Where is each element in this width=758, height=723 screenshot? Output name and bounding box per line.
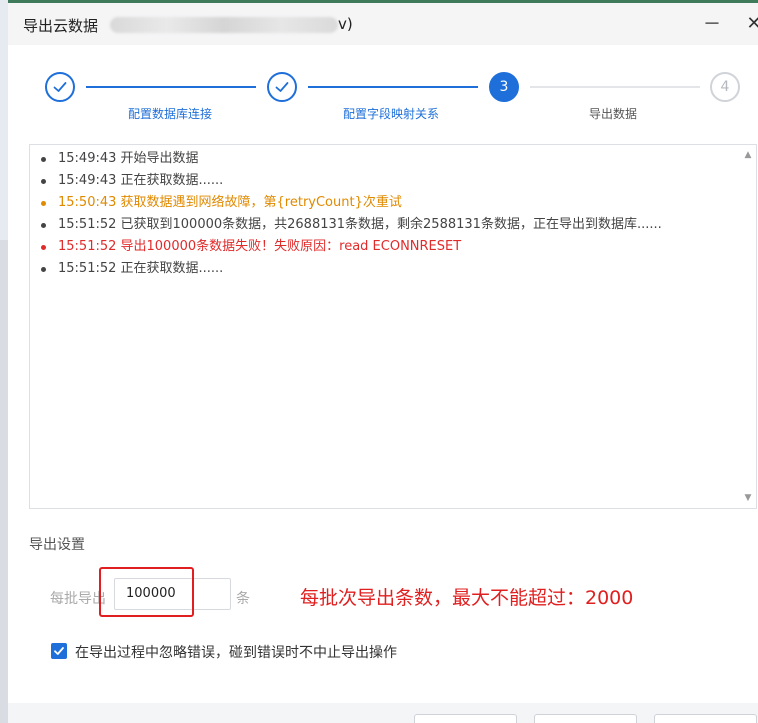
log-entry: 15:49:43 正在获取数据...... bbox=[38, 170, 662, 192]
minimize-icon: － bbox=[703, 14, 721, 35]
step-connector-2 bbox=[308, 86, 478, 88]
background-window-left bbox=[0, 0, 8, 723]
dialog-footer bbox=[8, 703, 758, 723]
log-entry: 15:49:43 开始导出数据 bbox=[38, 148, 662, 170]
wizard-steps: 配置数据库连接 配置字段映射关系 3 导出数据 4 bbox=[8, 45, 758, 135]
step-4-number: 4 bbox=[720, 79, 730, 95]
step-2-circle bbox=[267, 72, 297, 102]
scroll-up-arrow-icon[interactable]: ▲ bbox=[742, 149, 754, 161]
step-1-label: 配置数据库连接 bbox=[128, 107, 213, 121]
step-3-label: 导出数据 bbox=[589, 107, 638, 121]
batch-size-label: 每批导出 bbox=[50, 591, 106, 607]
footer-button-3[interactable] bbox=[654, 714, 757, 723]
close-button[interactable]: ✕ bbox=[740, 9, 758, 37]
export-log[interactable]: 15:49:43 开始导出数据 15:49:43 正在获取数据...... 15… bbox=[29, 144, 757, 509]
step-connector-1 bbox=[86, 86, 256, 88]
dialog-title: 导出云数据 bbox=[23, 17, 99, 35]
log-entry: 15:51:52 正在获取数据...... bbox=[38, 258, 662, 280]
screen: 导出云数据 v) － ✕ 配置数据库连接 配置字段映射关系 3 导出数据 4 1… bbox=[0, 0, 758, 723]
redacted-title-text bbox=[110, 17, 338, 33]
batch-size-annotation: 每批次导出条数，最大不能超过：2000 bbox=[300, 587, 634, 609]
log-entry: 15:51:52 已获取到100000条数据，共2688131条数据，剩余258… bbox=[38, 214, 662, 236]
log-entry-warning: 15:50:43 获取数据遇到网络故障，第{retryCount}次重试 bbox=[38, 192, 662, 214]
background-panel bbox=[0, 240, 8, 723]
checkmark-icon bbox=[54, 647, 64, 655]
highlight-annotation-box bbox=[99, 567, 194, 617]
close-icon: ✕ bbox=[746, 12, 758, 34]
step-connector-3 bbox=[530, 86, 700, 88]
check-icon bbox=[53, 82, 67, 92]
step-2-label: 配置字段映射关系 bbox=[343, 107, 440, 121]
minimize-button[interactable]: － bbox=[698, 9, 726, 37]
ignore-errors-label[interactable]: 在导出过程中忽略错误，碰到错误时不中止导出操作 bbox=[75, 642, 397, 662]
dialog-title-suffix: v) bbox=[338, 15, 353, 33]
step-1-circle bbox=[45, 72, 75, 102]
log-list: 15:49:43 开始导出数据 15:49:43 正在获取数据...... 15… bbox=[38, 148, 662, 280]
title-bar: 导出云数据 v) － ✕ bbox=[8, 3, 758, 45]
step-3-number: 3 bbox=[499, 79, 509, 95]
export-settings-title: 导出设置 bbox=[29, 537, 85, 553]
export-dialog: 导出云数据 v) － ✕ 配置数据库连接 配置字段映射关系 3 导出数据 4 1… bbox=[8, 3, 758, 723]
batch-unit-label: 条 bbox=[236, 591, 250, 607]
step-3-circle: 3 bbox=[489, 72, 519, 102]
footer-button-1[interactable] bbox=[414, 714, 517, 723]
log-entry-error: 15:51:52 导出100000条数据失败！失败原因：read ECONNRE… bbox=[38, 236, 662, 258]
footer-button-2[interactable] bbox=[534, 714, 637, 723]
scroll-down-arrow-icon[interactable]: ▼ bbox=[742, 492, 754, 504]
ignore-errors-checkbox[interactable] bbox=[51, 643, 67, 659]
check-icon bbox=[275, 82, 289, 92]
step-4-circle: 4 bbox=[710, 72, 740, 102]
